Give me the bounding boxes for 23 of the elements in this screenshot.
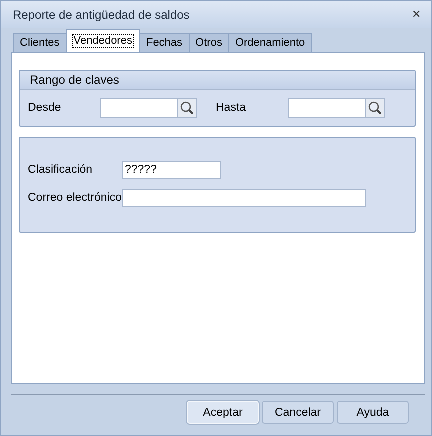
search-button[interactable] [365,99,384,117]
field-label: Correo electrónico [28,192,122,204]
field-label: Desde [28,102,62,114]
tab[interactable]: Clientes [13,33,67,52]
dialog-button[interactable]: Ayuda [337,401,409,424]
input-field[interactable] [122,189,366,207]
lookup-field[interactable] [100,98,197,118]
input-field[interactable]: ????? [122,161,221,179]
search-button[interactable] [177,99,196,117]
tab[interactable]: Vendedores [66,29,140,52]
dialog-button[interactable]: Aceptar [187,401,259,424]
field-label: Hasta [216,102,248,114]
tab[interactable]: Otros [188,33,230,52]
field-label: Clasificación [28,164,94,176]
search-icon [180,101,194,115]
group-title: Rango de claves [20,71,415,90]
search-icon [368,101,382,115]
tab[interactable]: Fechas [139,33,190,52]
window-title: Reporte de antigüedad de saldos [13,8,190,22]
lookup-field[interactable] [288,98,385,118]
tab[interactable]: Ordenamiento [228,33,312,52]
close-button[interactable]: ✕ [412,8,421,21]
dialog-button[interactable]: Cancelar [262,401,334,424]
